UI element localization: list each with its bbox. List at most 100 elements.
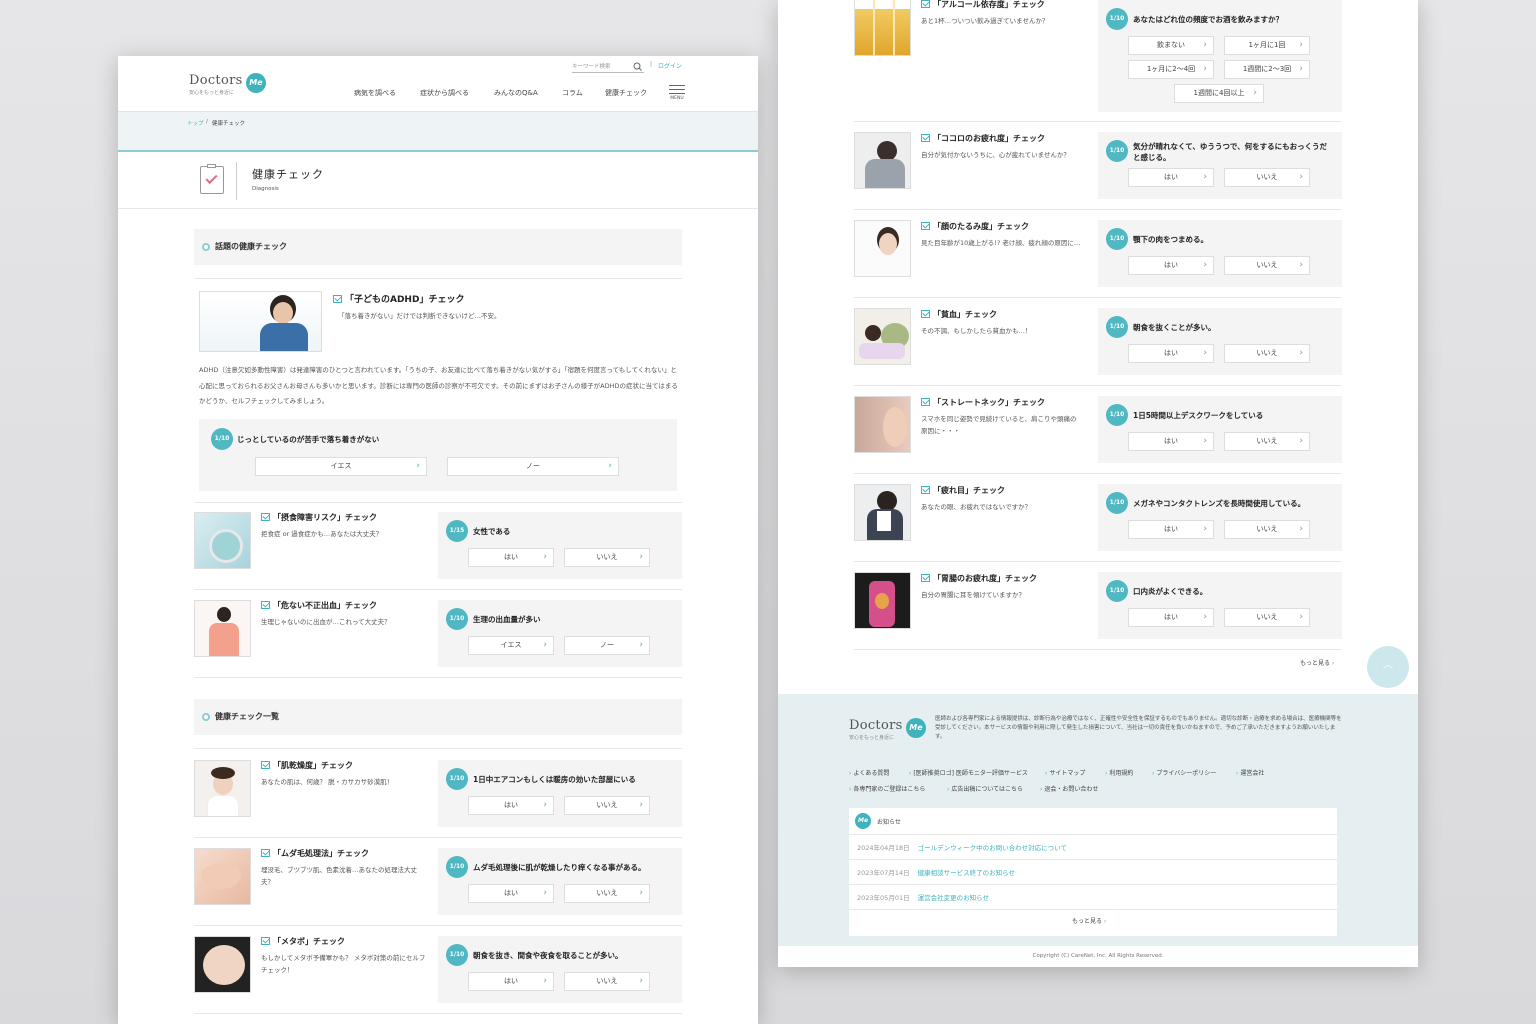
question-number: 1/10 — [446, 768, 468, 790]
card-title[interactable]: 「ストレートネック」チェック — [921, 397, 1045, 408]
answer-yes-button[interactable]: イエス — [468, 636, 554, 655]
nav-column[interactable]: コラム — [562, 88, 583, 98]
adhd-thumbnail[interactable] — [199, 291, 322, 352]
copyright: Copyright (C) CareNet, Inc. All Rights R… — [778, 946, 1418, 967]
answer-yes-button[interactable]: はい — [468, 796, 554, 815]
straight-neck-thumbnail[interactable] — [854, 396, 911, 453]
more-link[interactable]: もっと見る › — [1300, 658, 1334, 667]
news-item[interactable]: 2024年04月18日 ゴールデンウィーク中のお問い合わせ対応について — [857, 842, 1067, 852]
eating-disorder-thumbnail[interactable] — [194, 512, 251, 569]
bleeding-thumbnail[interactable] — [194, 600, 251, 657]
card-desc: スマホを同じ姿勢で見続けていると、肩こりや頭痛の原因に・・・ — [921, 415, 1077, 435]
answer-no-button[interactable]: ノー — [564, 636, 650, 655]
answer-no-button[interactable]: いいえ — [564, 796, 650, 815]
answer-yes-button[interactable]: はい — [1128, 608, 1214, 627]
check-icon — [261, 937, 270, 945]
card-question-box: 1/10 朝食を抜くことが多い。 はい いいえ — [1098, 308, 1342, 375]
check-icon — [921, 574, 930, 582]
card-title[interactable]: 「貧血」チェック — [921, 309, 997, 320]
nav-diseases[interactable]: 病気を調べる — [354, 88, 396, 98]
breadcrumb-current: 健康チェック — [212, 121, 246, 127]
card-title[interactable]: 「危ない不正出血」チェック — [261, 600, 377, 611]
back-to-top-button[interactable]: ︿ — [1367, 646, 1409, 688]
section-list-heading: 健康チェック一覧 — [194, 699, 682, 735]
answer-no-button[interactable]: いいえ — [564, 972, 650, 991]
answer-option-button[interactable]: 1週間に2〜3回 — [1224, 60, 1310, 79]
metabolic-thumbnail[interactable] — [194, 936, 251, 993]
card-title[interactable]: 「アルコール依存度」チェック — [921, 0, 1045, 10]
card-question-box: 1/10 1日5時間以上デスクワークをしている はい いいえ — [1098, 396, 1342, 463]
answer-yes-button[interactable]: はい — [1128, 168, 1214, 187]
answer-option-button[interactable]: 1ヶ月に1回 — [1224, 36, 1310, 55]
footer-link[interactable]: 各専門家のご登録はこちら — [849, 784, 925, 793]
answer-yes-button[interactable]: はい — [468, 548, 554, 567]
search-icon[interactable] — [633, 62, 642, 71]
card-title[interactable]: 「顔のたるみ度」チェック — [921, 221, 1029, 232]
answer-no-button[interactable]: いいえ — [564, 548, 650, 567]
mental-fatigue-thumbnail[interactable] — [854, 132, 911, 189]
answer-no-button[interactable]: いいえ — [1224, 608, 1310, 627]
card-title[interactable]: 「ムダ毛処理法」チェック — [261, 848, 369, 859]
breadcrumb: トップ / 健康チェック — [118, 111, 758, 152]
check-icon — [921, 222, 930, 230]
card-title[interactable]: 「肌乾燥度」チェック — [261, 760, 353, 771]
answer-no-button[interactable]: いいえ — [564, 884, 650, 903]
login-link[interactable]: ログイン — [658, 61, 682, 70]
news-panel: Me お知らせ 2024年04月18日 ゴールデンウィーク中のお問い合わせ対応につ… — [849, 808, 1337, 936]
nav-qa[interactable]: みんなのQ&A — [494, 88, 538, 98]
answer-no-button[interactable]: いいえ — [1224, 256, 1310, 275]
answer-no-button[interactable]: ノー — [447, 457, 619, 476]
menu-button[interactable]: MENU — [668, 83, 686, 105]
footer-link[interactable]: 広告出稿についてはこちら — [947, 784, 1023, 793]
footer-link[interactable]: 利用規約 — [1105, 768, 1133, 777]
answer-yes-button[interactable]: はい — [1128, 344, 1214, 363]
card-title[interactable]: 「摂食障害リスク」チェック — [261, 512, 377, 523]
footer-link[interactable]: サイトマップ — [1045, 768, 1085, 777]
answer-no-button[interactable]: いいえ — [1224, 168, 1310, 187]
answer-option-button[interactable]: 1週間に4回以上 — [1174, 84, 1264, 103]
answer-option-button[interactable]: 1ヶ月に2〜4回 — [1128, 60, 1214, 79]
card-title[interactable]: 「ココロのお疲れ度」チェック — [921, 133, 1045, 144]
card-title[interactable]: 「メタボ」チェック — [261, 936, 345, 947]
anemia-thumbnail[interactable] — [854, 308, 911, 365]
dry-skin-thumbnail[interactable] — [194, 760, 251, 817]
footer-link[interactable]: 退会・お問い合わせ — [1040, 784, 1098, 793]
card-title[interactable]: 「胃腸のお疲れ度」チェック — [921, 573, 1037, 584]
footer-link[interactable]: プライバシーポリシー — [1152, 768, 1216, 777]
footer-link[interactable]: [医師推奨ロゴ] 医師モニター評価サービス — [909, 768, 1028, 777]
site-logo[interactable]: Doctors 安心をもっと身近に Me — [189, 73, 269, 97]
check-icon — [921, 310, 930, 318]
alcohol-thumbnail[interactable] — [854, 0, 911, 56]
eye-strain-thumbnail[interactable] — [854, 484, 911, 541]
breadcrumb-home[interactable]: トップ — [187, 119, 204, 127]
answer-yes-button[interactable]: はい — [1128, 520, 1214, 539]
check-icon — [921, 486, 930, 494]
news-item[interactable]: 2023年05月01日 運営会社変更のお知らせ — [857, 892, 989, 902]
footer-logo[interactable]: Doctors 安心をもっと身近に Me — [849, 718, 929, 742]
footer-link[interactable]: よくある質問 — [849, 768, 889, 777]
answer-yes-button[interactable]: はい — [468, 884, 554, 903]
nav-health-check[interactable]: 健康チェック — [605, 88, 647, 98]
question-text: あなたはどれ位の頻度でお酒を飲みますか？ — [1133, 15, 1283, 24]
search-input[interactable]: キーワード検索 — [572, 60, 644, 73]
featured-title[interactable]: 「子どものADHD」チェック — [333, 292, 464, 305]
news-item[interactable]: 2023年07月14日 健康相談サービス終了のお知らせ — [857, 867, 1015, 877]
answer-option-button[interactable]: 飲まない — [1128, 36, 1214, 55]
card-title[interactable]: 「疲れ目」チェック — [921, 485, 1005, 496]
stomach-fatigue-thumbnail[interactable] — [854, 572, 911, 629]
question-number: 1/10 — [1106, 580, 1128, 602]
footer-link[interactable]: 運営会社 — [1236, 768, 1264, 777]
face-sagging-thumbnail[interactable] — [854, 220, 911, 277]
menu-label: MENU — [670, 96, 684, 101]
news-more-link[interactable]: もっと見る › — [1072, 916, 1106, 925]
answer-no-button[interactable]: いいえ — [1224, 344, 1310, 363]
answer-no-button[interactable]: いいえ — [1224, 520, 1310, 539]
answer-yes-button[interactable]: はい — [468, 972, 554, 991]
nav-symptoms[interactable]: 症状から調べる — [420, 88, 469, 98]
answer-no-button[interactable]: いいえ — [1224, 432, 1310, 451]
answer-yes-button[interactable]: はい — [1128, 256, 1214, 275]
news-badge: Me — [855, 813, 871, 829]
hair-removal-thumbnail[interactable] — [194, 848, 251, 905]
answer-yes-button[interactable]: はい — [1128, 432, 1214, 451]
answer-yes-button[interactable]: イエス — [255, 457, 427, 476]
